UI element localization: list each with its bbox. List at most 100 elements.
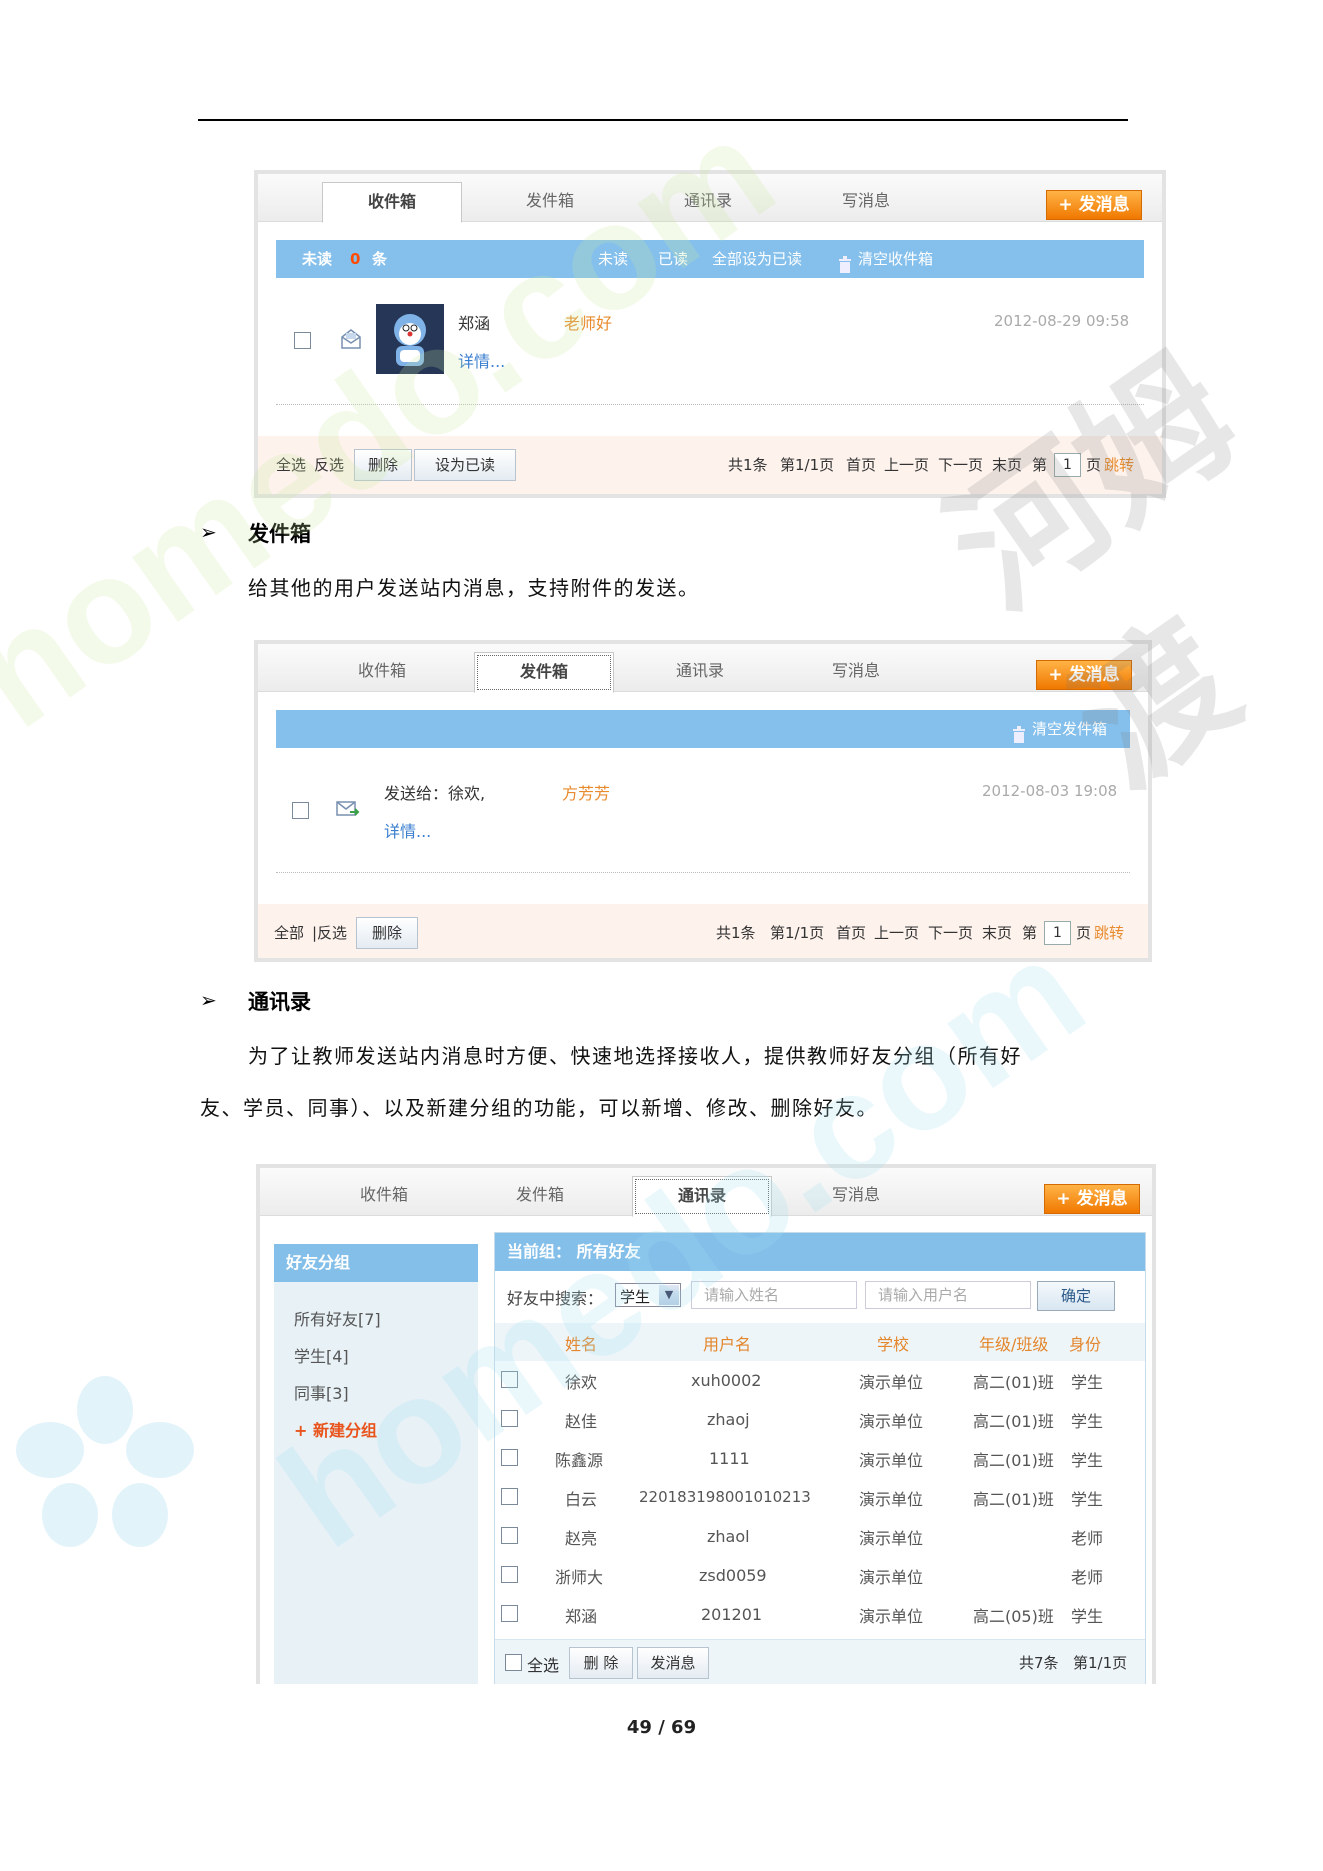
contacts-description-line1: 为了让教师发送站内消息时方便、快速地选择接收人，提供教师好友分组（所有好 <box>248 1044 1022 1068</box>
chevron-down-icon[interactable]: ▼ <box>659 1285 679 1305</box>
tab-inbox[interactable]: 收件箱 <box>322 182 462 223</box>
last-page-link[interactable]: 末页 <box>992 436 1022 494</box>
page-number-input[interactable]: 1 <box>1054 453 1081 477</box>
row-checkbox[interactable] <box>501 1527 518 1544</box>
sidebar-item-students[interactable]: 学生[4] <box>294 1343 349 1367</box>
table-row[interactable]: 浙师大 zsd0059 演示单位 老师 <box>495 1556 1145 1595</box>
first-page-link[interactable]: 首页 <box>846 436 876 494</box>
table-row[interactable]: 白云 220183198001010213 演示单位 高二(01)班 学生 <box>495 1478 1145 1517</box>
contact-username: 201201 <box>701 1605 763 1624</box>
select-all-link[interactable]: 全选 <box>276 436 306 494</box>
tab-bar: 收件箱 发件箱 通讯录 写消息 + 发消息 <box>260 1168 1152 1217</box>
contact-username: zhaoj <box>707 1410 750 1429</box>
tab-inbox[interactable]: 收件箱 <box>314 1176 454 1217</box>
header-rule <box>198 119 1128 121</box>
table-row[interactable]: 徐欢 xuh0002 演示单位 高二(01)班 学生 <box>495 1361 1145 1400</box>
next-page-link[interactable]: 下一页 <box>938 436 983 494</box>
type-select-value: 学生 <box>620 1288 651 1306</box>
sidebar-item-colleagues[interactable]: 同事[3] <box>294 1380 349 1404</box>
prev-page-link[interactable]: 上一页 <box>874 904 919 958</box>
mark-read-button[interactable]: 设为已读 <box>414 449 516 481</box>
contact-school: 演示单位 <box>859 1607 924 1626</box>
send-message-to-selected-button[interactable]: 发消息 <box>637 1647 709 1679</box>
invert-selection-link[interactable]: 反选 <box>314 436 344 494</box>
column-header-role: 身份 <box>1069 1335 1102 1354</box>
filter-unread-link[interactable]: 未读 <box>598 240 628 278</box>
page-number: 49 / 69 <box>626 1717 697 1738</box>
contact-role: 学生 <box>1071 1412 1104 1431</box>
unread-count: 0 <box>350 250 361 268</box>
unread-label: 未读 <box>302 250 333 268</box>
goto-prefix: 第 <box>1032 456 1048 474</box>
new-group-link[interactable]: + 新建分组 <box>294 1417 377 1441</box>
tab-compose[interactable]: 写消息 <box>796 182 936 223</box>
tab-inbox[interactable]: 收件箱 <box>312 652 452 693</box>
contact-role: 老师 <box>1071 1529 1104 1548</box>
username-search-input[interactable]: 请输入用户名 <box>865 1281 1031 1309</box>
tab-contacts[interactable]: 通讯录 <box>632 1176 772 1217</box>
unread-unit: 条 <box>372 250 388 268</box>
prev-page-link[interactable]: 上一页 <box>884 436 929 494</box>
message-checkbox[interactable] <box>294 332 311 349</box>
row-checkbox[interactable] <box>501 1566 518 1583</box>
last-page-link[interactable]: 末页 <box>982 904 1012 958</box>
table-row[interactable]: 赵亮 zhaol 演示单位 老师 <box>495 1517 1145 1556</box>
clear-outbox-link[interactable]: 清空发件箱 <box>1032 710 1107 748</box>
select-all-label[interactable]: 全选 <box>527 1652 559 1676</box>
current-group-bar: 当前组： 所有好友 <box>495 1233 1145 1271</box>
tab-outbox[interactable]: 发件箱 <box>480 182 620 223</box>
first-page-link[interactable]: 首页 <box>836 904 866 958</box>
outbox-panel: 收件箱 发件箱 通讯录 写消息 + 发消息 清空发件箱 发送给：徐欢, 详情..… <box>254 640 1152 962</box>
page-number-input[interactable]: 1 <box>1044 921 1071 945</box>
jump-link[interactable]: 跳转 <box>1104 436 1134 494</box>
table-row[interactable]: 赵佳 zhaoj 演示单位 高二(01)班 学生 <box>495 1400 1145 1439</box>
row-checkbox[interactable] <box>501 1605 518 1622</box>
tab-contacts[interactable]: 通讯录 <box>630 652 770 693</box>
message-checkbox[interactable] <box>292 802 309 819</box>
trash-icon[interactable] <box>838 250 852 273</box>
next-page-link[interactable]: 下一页 <box>928 904 973 958</box>
row-checkbox[interactable] <box>501 1371 518 1388</box>
table-row[interactable]: 陈鑫源 1111 演示单位 高二(01)班 学生 <box>495 1439 1145 1478</box>
row-checkbox[interactable] <box>501 1410 518 1427</box>
flower-logo-icon <box>10 1370 200 1550</box>
delete-button[interactable]: 删除 <box>354 449 412 481</box>
send-message-button[interactable]: + 发消息 <box>1046 190 1142 220</box>
invert-selection-link[interactable]: |反选 <box>312 904 347 958</box>
delete-button[interactable]: 删 除 <box>569 1647 633 1679</box>
clear-inbox-link[interactable]: 清空收件箱 <box>858 240 933 278</box>
goto-prefix: 第 <box>1022 924 1038 942</box>
tab-compose[interactable]: 写消息 <box>786 652 926 693</box>
tab-outbox[interactable]: 发件箱 <box>474 652 614 693</box>
table-row[interactable]: 郑涵 201201 演示单位 高二(05)班 学生 <box>495 1595 1145 1634</box>
tab-contacts[interactable]: 通讯录 <box>638 182 778 223</box>
jump-link[interactable]: 跳转 <box>1094 904 1124 958</box>
send-message-button[interactable]: + 发消息 <box>1044 1184 1140 1214</box>
contact-school: 演示单位 <box>859 1412 924 1431</box>
tab-bar: 收件箱 发件箱 通讯录 写消息 + 发消息 <box>258 174 1162 223</box>
name-search-input[interactable]: 请输入姓名 <box>691 1281 857 1309</box>
message-detail-link[interactable]: 详情... <box>384 818 431 842</box>
send-message-button[interactable]: + 发消息 <box>1036 660 1132 690</box>
row-checkbox[interactable] <box>501 1449 518 1466</box>
message-detail-link[interactable]: 详情... <box>458 348 505 372</box>
tab-outbox[interactable]: 发件箱 <box>470 1176 610 1217</box>
select-all-link[interactable]: 全部 <box>274 904 304 958</box>
confirm-search-button[interactable]: 确定 <box>1037 1281 1115 1311</box>
row-divider <box>276 404 1144 405</box>
recipient-label: 发送给：徐欢, <box>384 784 486 803</box>
trash-icon[interactable] <box>1012 720 1026 743</box>
select-all-checkbox[interactable] <box>505 1654 522 1671</box>
row-checkbox[interactable] <box>501 1488 518 1505</box>
message-date: 2012-08-29 09:58 <box>994 312 1130 330</box>
outbox-footer: 全部 |反选 删除 共1条 第1/1页 首页 上一页 下一页 末页 第 1 页 … <box>258 904 1148 958</box>
contact-class: 高二(05)班 <box>973 1607 1054 1626</box>
tab-compose[interactable]: 写消息 <box>786 1176 926 1217</box>
message-subject[interactable]: 老师好 <box>564 310 612 334</box>
message-subject[interactable]: 方芳芳 <box>562 780 610 804</box>
filter-read-link[interactable]: 已读 <box>658 240 688 278</box>
delete-button[interactable]: 删除 <box>356 917 418 949</box>
mark-all-read-link[interactable]: 全部设为已读 <box>712 240 802 278</box>
type-select[interactable]: 学生 ▼ <box>615 1283 681 1307</box>
sidebar-item-all-friends[interactable]: 所有好友[7] <box>294 1306 381 1330</box>
